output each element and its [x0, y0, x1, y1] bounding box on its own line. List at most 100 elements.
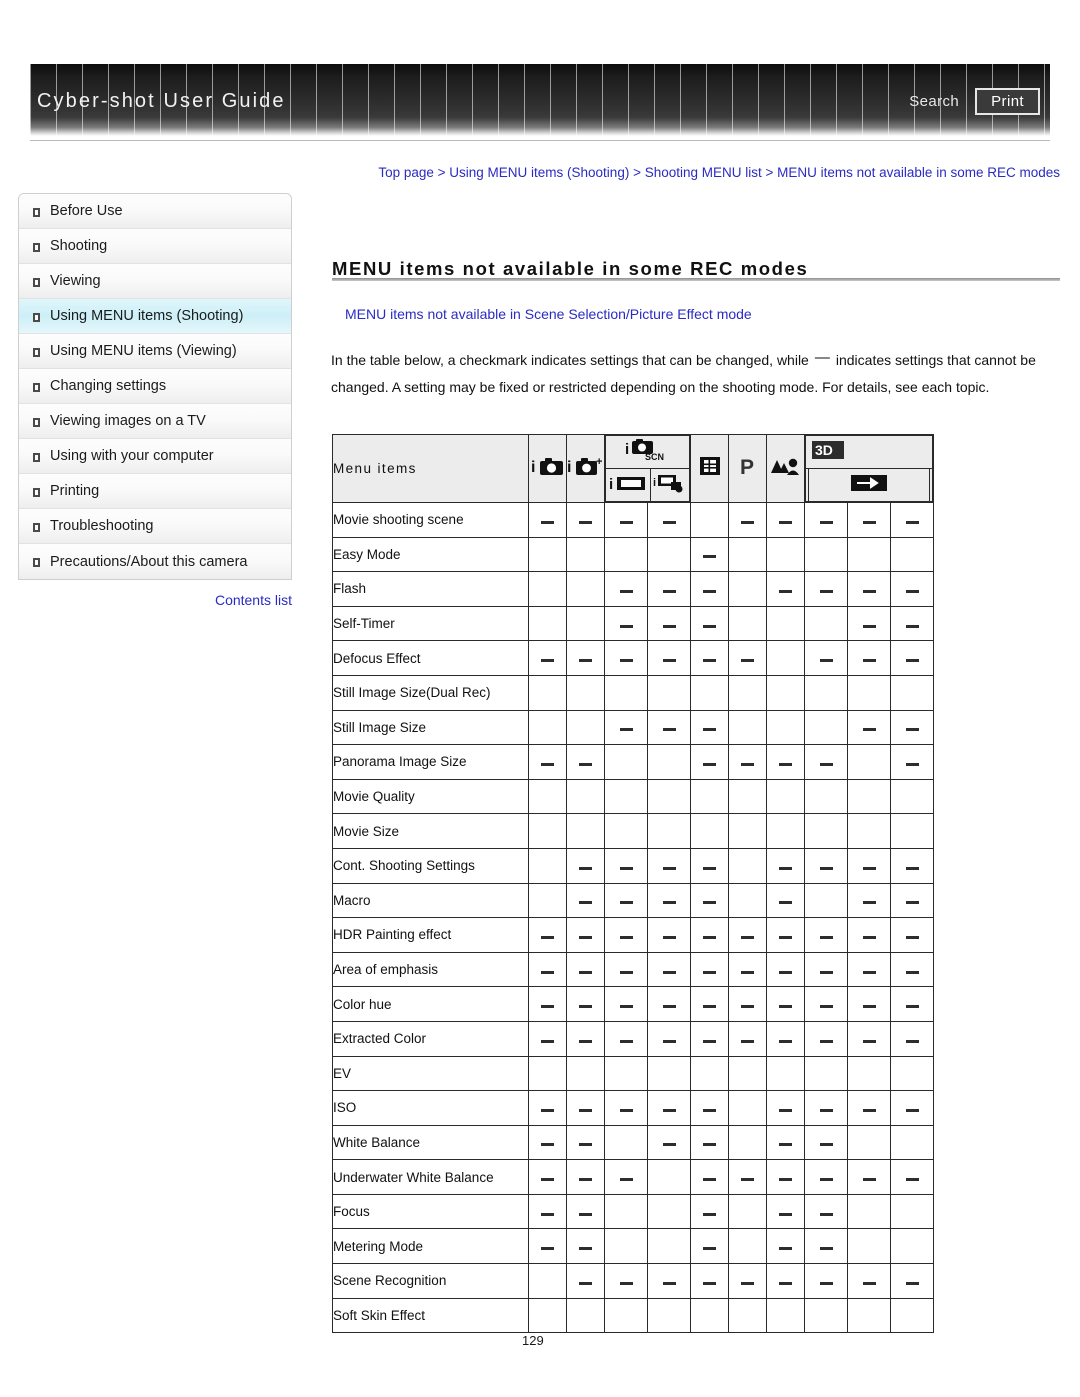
- banner-divider: [30, 140, 1050, 141]
- cell-superior-auto: [566, 813, 605, 849]
- table-row: Self-Timer: [332, 605, 934, 642]
- table-row: Macro: [332, 882, 934, 919]
- sidebar-item-precautions-about-this-camera[interactable]: Precautions/About this camera: [19, 544, 291, 579]
- not-available-dash-icon: [662, 728, 676, 732]
- sidebar-item-troubleshooting[interactable]: Troubleshooting: [19, 509, 291, 544]
- not-available-dash-icon: [703, 1039, 716, 1043]
- cell-sweep-panorama: [647, 1124, 691, 1161]
- not-available-dash-icon: [579, 1108, 592, 1112]
- not-available-dash-icon: [905, 935, 919, 939]
- not-available-dash-icon: [662, 901, 676, 905]
- cell-3d-sweep-panorama: [847, 951, 891, 988]
- not-available-dash-icon: [905, 1281, 919, 1285]
- cell-sweep-panorama: [647, 502, 691, 538]
- cell-background-defocus: [766, 502, 805, 538]
- not-available-dash-icon: [819, 1005, 833, 1009]
- cell-intelligent-auto: [528, 536, 567, 573]
- bullet-icon: [33, 277, 40, 287]
- not-available-dash-icon: [662, 624, 676, 628]
- cell-3d-still-image: [804, 744, 848, 780]
- scene-selection-section-link[interactable]: MENU items not available in Scene Select…: [345, 306, 752, 322]
- sidebar-item-using-with-your-computer[interactable]: Using with your computer: [19, 439, 291, 474]
- not-available-dash-icon: [741, 762, 754, 766]
- sidebar-item-changing-settings[interactable]: Changing settings: [19, 369, 291, 404]
- not-available-dash-icon: [662, 1143, 676, 1147]
- cell-3d-still-image: [804, 778, 848, 815]
- sidebar-item-shooting[interactable]: Shooting: [19, 229, 291, 264]
- not-available-dash-icon: [741, 1178, 754, 1182]
- cell-background-defocus: [766, 1263, 805, 1299]
- cell-background-defocus: [766, 917, 805, 953]
- not-available-dash-icon: [619, 624, 633, 628]
- cell-movie-mode: [690, 1020, 729, 1057]
- not-available-dash-icon: [579, 520, 592, 524]
- cell-3d-sweep-panorama: [847, 1020, 891, 1057]
- scene-selection-icon: i SCN: [624, 438, 672, 461]
- not-available-dash-icon: [541, 1212, 554, 1216]
- table-row: Scene Recognition: [332, 1263, 934, 1299]
- cell-superior-auto: [566, 847, 605, 884]
- not-available-dash-icon: [779, 589, 792, 593]
- not-available-dash-icon: [779, 520, 792, 524]
- row-label: Soft Skin Effect: [332, 1297, 529, 1334]
- search-button[interactable]: Search: [907, 90, 961, 113]
- not-available-dash-icon: [779, 866, 792, 870]
- cell-intelligent-auto: [528, 951, 567, 988]
- print-button[interactable]: Print: [975, 88, 1040, 115]
- not-available-dash-icon: [741, 935, 754, 939]
- sidebar-item-using-menu-items-viewing[interactable]: Using MENU items (Viewing): [19, 334, 291, 369]
- cell-background-defocus: [766, 1124, 805, 1161]
- 3d-sweep-icon: [849, 473, 889, 493]
- not-available-dash-icon: [862, 659, 876, 663]
- sidebar-item-printing[interactable]: Printing: [19, 474, 291, 509]
- cell-intelligent-auto: [528, 813, 567, 849]
- not-available-dash-icon: [662, 1005, 676, 1009]
- cell-intelligent-auto: [528, 1055, 567, 1092]
- cell-3d-still-image: [804, 605, 848, 642]
- cell-program-auto: [728, 744, 767, 780]
- not-available-dash-icon: [741, 970, 754, 974]
- table-body: Movie shooting scene Easy Mode Flash Self-T…: [332, 502, 934, 1334]
- not-available-dash-icon: [905, 970, 919, 974]
- cell-program-auto: [728, 951, 767, 988]
- not-available-dash-icon: [703, 728, 716, 732]
- cell-scene-selection: [604, 1020, 648, 1057]
- cell-3d-sweep-panorama: [847, 1228, 891, 1265]
- column-header-3d-sweep-multi-angle: [929, 468, 933, 502]
- sidebar-item-using-menu-items-shooting[interactable]: Using MENU items (Shooting): [19, 299, 291, 334]
- not-available-dash-icon: [703, 1212, 716, 1216]
- row-label: Still Image Size(Dual Rec): [332, 674, 529, 711]
- row-label: Still Image Size: [332, 709, 529, 746]
- not-available-dash-icon: [541, 970, 554, 974]
- cell-3d-still-image: [804, 1020, 848, 1057]
- cell-3d-sweep-panorama: [847, 1159, 891, 1195]
- table-head: Menu items i i + i SCN i i P 3D: [332, 434, 934, 503]
- column-header-movie-panorama: i: [650, 468, 690, 502]
- row-label: Underwater White Balance: [332, 1159, 529, 1195]
- breadcrumb[interactable]: Top page > Using MENU items (Shooting) >…: [330, 162, 1060, 184]
- cell-3d-sweep-multi-angle: [890, 709, 934, 746]
- cell-movie-mode: [690, 1297, 729, 1334]
- cell-3d-sweep-multi-angle: [890, 1090, 934, 1126]
- scene-row: i SCN: [605, 435, 690, 469]
- sidebar-item-before-use[interactable]: Before Use: [19, 194, 291, 229]
- contents-list-link[interactable]: Contents list: [18, 592, 292, 608]
- svg-text:+: +: [596, 456, 602, 468]
- not-available-dash-icon: [703, 970, 716, 974]
- sidebar-item-viewing[interactable]: Viewing: [19, 264, 291, 299]
- cell-program-auto: [728, 536, 767, 573]
- not-available-dash-icon: [662, 1108, 676, 1112]
- sidebar-item-viewing-images-on-a-tv[interactable]: Viewing images on a TV: [19, 404, 291, 439]
- cell-3d-sweep-panorama: [847, 1297, 891, 1334]
- cell-sweep-panorama: [647, 1297, 691, 1334]
- table-row: White Balance: [332, 1124, 934, 1161]
- cell-intelligent-auto: [528, 1228, 567, 1265]
- row-label: Movie Size: [332, 813, 529, 849]
- dash-symbol: —: [814, 349, 830, 366]
- not-available-dash-icon: [862, 589, 876, 593]
- not-available-dash-icon: [619, 589, 633, 593]
- not-available-dash-icon: [579, 901, 592, 905]
- cell-intelligent-auto: [528, 1297, 567, 1334]
- cell-superior-auto: [566, 1124, 605, 1161]
- cell-3d-still-image: [804, 502, 848, 538]
